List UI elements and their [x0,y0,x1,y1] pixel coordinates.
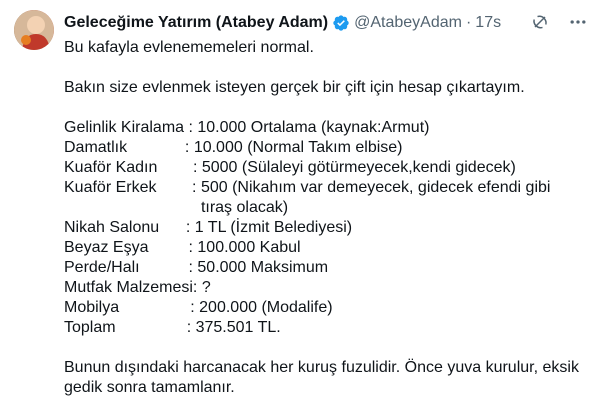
expense-value: 5000 (Sülaleyi götürmeyecek,kendi gidece… [201,159,516,176]
tweet-line-1: Bu kafayla evlenememeleri normal. [64,39,314,56]
grok-icon[interactable] [530,12,550,32]
expense-row: Perde/Halı : 50.000 Maksimum [64,258,580,278]
expense-label: Mobilya : [64,299,200,316]
separator-dot: · [465,14,472,31]
expense-row: Kuaför Kadın : 5000 (Sülaleyi götürmeyec… [64,158,580,178]
expense-row: Gelinlik Kiralama : 10.000 Ortalama (kay… [64,118,580,138]
tweet-header: Geleceğime Yatırım (Atabey Adam) @Atabey… [64,12,588,34]
expense-row: Mutfak Malzemesi: ? [64,278,580,298]
tweet-text: Bu kafayla evlenememeleri normal. Bakın … [64,38,580,398]
timestamp[interactable]: 17s [475,14,501,32]
expense-total-row: Toplam : 375.501 TL. [64,318,580,338]
tweet-closing: Bunun dışındaki harcanacak her kuruş fuz… [64,359,584,396]
tweet-line-2: Bakın size evlenmek isteyen gerçek bir ç… [64,79,525,96]
expense-label: Toplam : [64,319,196,336]
expense-value: 50.000 Maksimum [197,259,329,276]
expense-row: Damatlık : 10.000 (Normal Takım elbise) [64,138,580,158]
expense-value: ? [201,279,211,296]
verified-badge-icon [332,14,350,32]
avatar[interactable] [14,10,54,50]
expense-label: Gelinlik Kiralama : [64,119,198,136]
expense-value: 100.000 Kabul [197,239,301,256]
avatar-image [14,10,54,50]
expense-row: Kuaför Erkek : 500 (Nikahım var demeyece… [64,178,580,218]
expense-label: Perde/Halı : [64,259,198,276]
expense-row: Nikah Salonu : 1 TL (İzmit Belediyesi) [64,218,580,238]
expense-label: Damatlık : [64,139,194,156]
author-name[interactable]: Geleceğime Yatırım (Atabey Adam) [64,14,328,32]
expense-label: Kuaför Kadın : [64,159,202,176]
tweet-actions [530,12,588,32]
expense-row: Mobilya : 200.000 (Modalife) [64,298,580,318]
expense-label: Nikah Salonu : [64,219,195,236]
expense-value: 200.000 (Modalife) [199,299,333,316]
expense-label: Mutfak Malzemesi: [64,279,202,296]
expense-label: Kuaför Erkek : [64,179,201,196]
tweet-card: Geleceğime Yatırım (Atabey Adam) @Atabey… [0,0,600,410]
expense-label: Beyaz Eşya : [64,239,198,256]
more-icon[interactable] [568,12,588,32]
expense-row: Beyaz Eşya : 100.000 Kabul [64,238,580,258]
expense-value: 500 (Nikahım var demeyecek, gidecek efen… [200,179,555,216]
author-handle[interactable]: @AtabeyAdam [354,14,462,32]
expense-value: 1 TL (İzmit Belediyesi) [194,219,353,236]
expense-list: Gelinlik Kiralama : 10.000 Ortalama (kay… [64,118,580,338]
expense-value: 10.000 Ortalama (kaynak:Armut) [197,119,430,136]
expense-value: 10.000 (Normal Takım elbise) [193,139,403,156]
expense-value: 375.501 TL. [195,319,281,336]
